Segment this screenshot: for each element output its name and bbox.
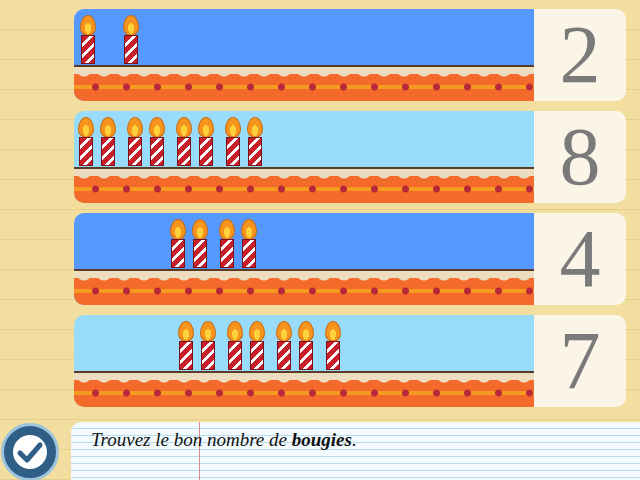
flame-icon [325,321,341,342]
candle-icon [247,117,262,167]
flame-icon [227,321,243,342]
candle-icon [127,117,142,167]
flame-icon [127,117,143,138]
candle-icon [123,15,138,65]
candle-icon [249,321,264,371]
cake-layer [74,65,534,101]
candle-body [124,35,138,64]
candle-icon [225,117,240,167]
candle-icon [80,15,95,65]
candle-icon [170,219,185,269]
flame-icon [149,117,165,138]
candle-group [74,213,534,269]
candle-icon [200,321,215,371]
candle-body [128,137,142,166]
candle-icon [276,321,291,371]
flame-icon [225,117,241,138]
number-button[interactable]: 2 [534,9,626,101]
cake-row: 8 [74,111,626,203]
flame-icon [276,321,292,342]
candle-body [101,137,115,166]
check-button[interactable] [1,423,59,480]
candle-body [299,341,313,370]
flame-icon [298,321,314,342]
candle-group [74,9,534,65]
flame-icon [123,15,139,36]
number-button[interactable]: 4 [534,213,626,305]
cake [74,9,534,101]
candle-body [150,137,164,166]
instruction-keyword: bougies [292,429,352,450]
candle-icon [192,219,207,269]
candle-icon [227,321,242,371]
candle-body [250,341,264,370]
candle-icon [241,219,256,269]
candle-body [193,239,207,268]
cake-layer [74,167,534,203]
candle-body [179,341,193,370]
flame-icon [219,219,235,240]
candle-body [201,341,215,370]
cake-row: 4 [74,213,626,305]
candle-icon [298,321,313,371]
candle-icon [178,321,193,371]
cake-row: 7 [74,315,626,407]
flame-icon [176,117,192,138]
candle-group [74,315,534,371]
candle-body [220,239,234,268]
flame-icon [80,15,96,36]
candle-body [242,239,256,268]
candle-body [277,341,291,370]
cake-layer [74,371,534,407]
flame-icon [241,219,257,240]
number-button[interactable]: 7 [534,315,626,407]
cake [74,213,534,305]
flame-icon [200,321,216,342]
cake-row: 2 [74,9,626,101]
instruction: Trouvez le bon nombre de bougies. [71,422,640,480]
check-icon [11,433,49,471]
candle-icon [78,117,93,167]
candle-icon [100,117,115,167]
cake-layer [74,269,534,305]
flame-icon [170,219,186,240]
candle-icon [149,117,164,167]
flame-icon [247,117,263,138]
candle-body [326,341,340,370]
candle-body [177,137,191,166]
flame-icon [78,117,94,138]
number-button[interactable]: 8 [534,111,626,203]
candle-body [79,137,93,166]
flame-icon [249,321,265,342]
instruction-text: Trouvez le bon nombre de [91,429,292,450]
flame-icon [100,117,116,138]
candle-body [248,137,262,166]
candle-group [74,111,534,167]
cake [74,111,534,203]
candle-icon [219,219,234,269]
flame-icon [178,321,194,342]
candle-icon [198,117,213,167]
candle-body [226,137,240,166]
candle-icon [325,321,340,371]
candle-icon [176,117,191,167]
candle-body [171,239,185,268]
instruction-end: . [352,429,357,450]
flame-icon [192,219,208,240]
candle-body [228,341,242,370]
candle-body [199,137,213,166]
flame-icon [198,117,214,138]
cake [74,315,534,407]
candle-body [81,35,95,64]
